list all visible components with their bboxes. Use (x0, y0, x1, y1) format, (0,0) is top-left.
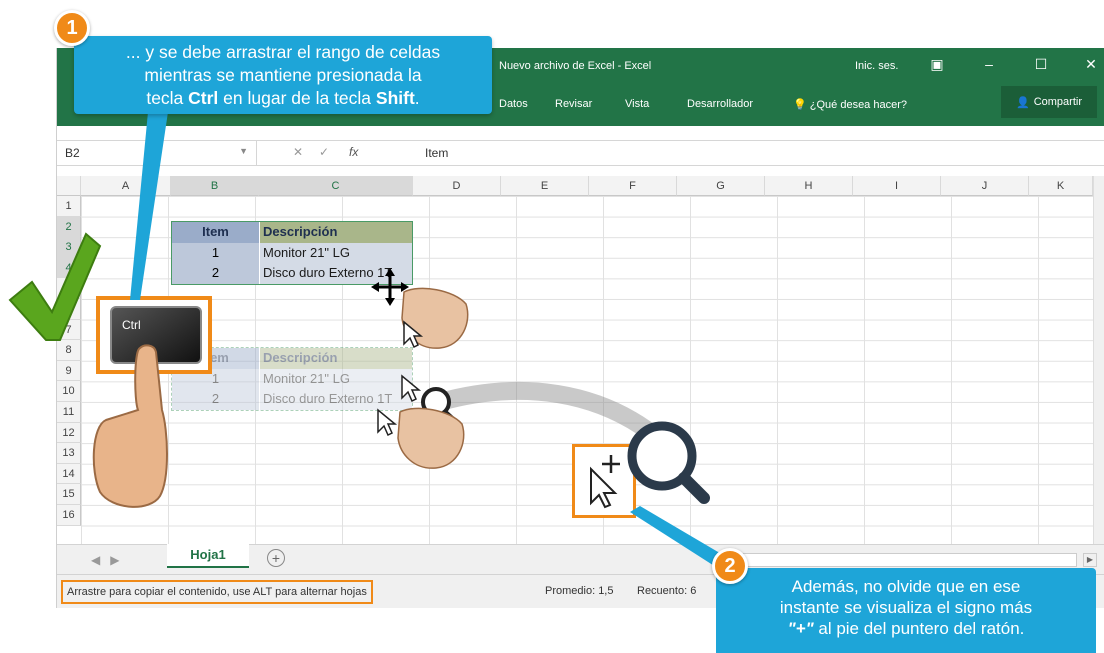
instruction-callout-1: ... y se debe arrastrar el rango de celd… (74, 36, 492, 114)
share-button[interactable]: 👤 Compartir (1001, 86, 1097, 118)
sheet-tab-hoja1[interactable]: Hoja1 (167, 544, 249, 568)
ribbon-display-icon[interactable]: ▣ (925, 56, 949, 73)
person-icon: 👤 (1016, 96, 1030, 109)
step-badge-2: 2 (712, 548, 748, 584)
plus-cursor-icon (590, 455, 620, 509)
ghost-cell-descripcion: Monitor 21" LG (260, 368, 412, 390)
ctrl-key-highlight: Ctrl (96, 296, 212, 374)
cancel-icon[interactable]: ✕ (293, 145, 303, 159)
column-header-g[interactable]: G (677, 176, 765, 196)
callout2-line3: "+" al pie del puntero del ratón. (787, 619, 1025, 638)
horizontal-scrollbar[interactable] (717, 553, 1077, 567)
lightbulb-icon: 💡 (793, 99, 810, 111)
ghost-cell-descripcion: Disco duro Externo 1T (260, 389, 412, 410)
row-header[interactable]: 2 (57, 216, 81, 238)
table-row: 2 Disco duro Externo 1T (172, 263, 412, 284)
status-count: Recuento: 6 (637, 585, 697, 597)
tell-me-box[interactable]: 💡 ¿Qué desea hacer? (793, 98, 907, 111)
header-cell-descripcion[interactable]: Descripción (260, 222, 412, 243)
sheet-nav-arrows-icon[interactable]: ◀▶ (91, 553, 129, 567)
column-header-a[interactable]: A (81, 176, 171, 196)
function-icon[interactable]: fx (349, 145, 358, 159)
tab-revisar[interactable]: Revisar (555, 98, 592, 110)
formula-bar: B2 ▼ ✕ ✓ fx Item (57, 140, 1104, 166)
callout1-line3: tecla Ctrl en lugar de la tecla Shift. (146, 88, 420, 108)
column-header-b[interactable]: B (171, 176, 259, 196)
column-header-k[interactable]: K (1029, 176, 1093, 196)
row-header[interactable]: 1 (57, 196, 81, 217)
table-row: 2 Disco duro Externo 1T (172, 389, 412, 410)
cell-item[interactable]: 1 (172, 242, 260, 264)
cell-item[interactable]: 2 (172, 263, 260, 284)
chevron-down-icon[interactable]: ▼ (239, 146, 248, 156)
ctrl-key-label: Ctrl (122, 318, 141, 332)
enter-icon[interactable]: ✓ (319, 145, 329, 159)
callout2-line1: Además, no olvide que en ese (791, 577, 1021, 596)
scroll-right-icon[interactable]: ▶ (1083, 553, 1097, 567)
column-header-i[interactable]: I (853, 176, 941, 196)
row-header[interactable]: 6 (57, 299, 81, 320)
row-header[interactable]: 8 (57, 340, 81, 361)
callout1-line1: ... y se debe arrastrar el rango de celd… (125, 42, 441, 62)
excel-window: Nuevo archivo de Excel - Excel Inic. ses… (56, 48, 1104, 608)
maximize-icon[interactable]: ☐ (1029, 56, 1053, 73)
step-badge-1: 1 (54, 10, 90, 46)
plus-cursor-highlight (572, 444, 636, 518)
row-header[interactable]: 4 (57, 257, 81, 279)
add-sheet-icon[interactable]: + (267, 549, 285, 567)
name-box[interactable]: B2 ▼ (57, 141, 257, 165)
close-icon[interactable]: ✕ (1079, 56, 1103, 73)
row-header[interactable]: 5 (57, 278, 81, 299)
row-header[interactable]: 7 (57, 319, 81, 341)
tab-desarrollador[interactable]: Desarrollador (687, 98, 753, 110)
row-header[interactable]: 11 (57, 402, 81, 423)
cell-descripcion[interactable]: Monitor 21" LG (260, 242, 412, 264)
callout2-line2: instante se visualiza el signo más (779, 598, 1033, 617)
row-header[interactable]: 10 (57, 381, 81, 402)
column-header-c[interactable]: C (259, 176, 413, 196)
sign-in-link[interactable]: Inic. ses. (855, 60, 898, 72)
row-header[interactable]: 3 (57, 237, 81, 258)
select-all-corner[interactable] (57, 176, 81, 196)
header-cell-item[interactable]: Item (172, 222, 260, 243)
ghost-header-cell-descripcion: Descripción (260, 348, 412, 369)
column-header-e[interactable]: E (501, 176, 589, 196)
selected-range[interactable]: Item Descripción 1 Monitor 21" LG 2 Disc… (171, 221, 413, 285)
column-header-h[interactable]: H (765, 176, 853, 196)
ctrl-key-icon: Ctrl (110, 306, 202, 364)
column-header-d[interactable]: D (413, 176, 501, 196)
vertical-scrollbar[interactable] (1093, 176, 1104, 544)
status-average: Promedio: 1,5 (545, 585, 614, 597)
instruction-callout-2: Además, no olvide que en ese instante se… (716, 568, 1096, 653)
row-header[interactable]: 14 (57, 463, 81, 485)
row-header[interactable]: 9 (57, 360, 81, 382)
tab-vista[interactable]: Vista (625, 98, 649, 110)
window-title: Nuevo archivo de Excel - Excel (499, 60, 652, 72)
status-message: Arrastre para copiar el contenido, use A… (61, 580, 373, 604)
callout1-line2: mientras se mantiene presionada la (144, 65, 422, 85)
row-header[interactable]: 15 (57, 484, 81, 505)
cell-descripcion[interactable]: Disco duro Externo 1T (260, 263, 412, 284)
column-header-j[interactable]: J (941, 176, 1029, 196)
row-header[interactable]: 13 (57, 443, 81, 464)
tab-datos[interactable]: Datos (499, 98, 528, 110)
column-header-f[interactable]: F (589, 176, 677, 196)
table-header-row: Item Descripción (172, 222, 412, 243)
formula-value[interactable]: Item (425, 146, 448, 160)
ghost-cell-item: 2 (172, 389, 260, 410)
row-header[interactable]: 16 (57, 505, 81, 526)
table-row: 1 Monitor 21" LG (172, 242, 412, 264)
row-header[interactable]: 12 (57, 422, 81, 444)
minimize-icon[interactable]: – (977, 56, 1001, 72)
